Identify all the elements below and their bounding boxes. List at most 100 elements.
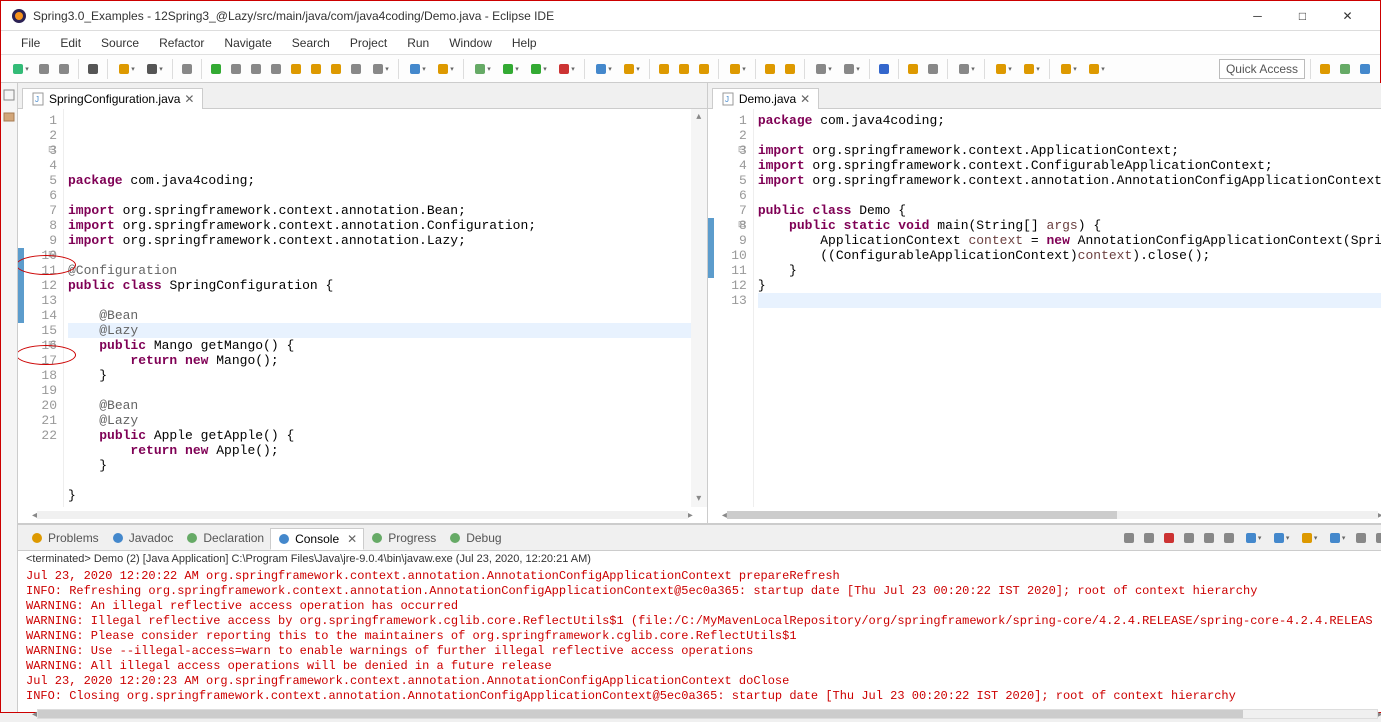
newpkg-icon[interactable]: ▾ — [432, 60, 458, 78]
line-number[interactable]: 22 — [18, 428, 57, 443]
ext-tools-icon[interactable]: ▾ — [553, 60, 579, 78]
code-line[interactable]: } — [758, 263, 1381, 278]
editor-right-body[interactable]: 123⊟45678⊟910111213 package com.java4cod… — [708, 109, 1381, 507]
package-explorer-icon[interactable] — [1, 109, 17, 125]
code-left[interactable]: package com.java4coding; import org.sprin… — [64, 109, 691, 507]
code-line[interactable]: import org.springframework.context.annot… — [758, 173, 1381, 188]
gutter-left[interactable]: 123⊟45678910⊟111213141516⊟171819202122 — [18, 109, 64, 507]
drop-icon[interactable] — [347, 60, 365, 78]
stop-icon[interactable] — [247, 60, 265, 78]
line-number[interactable]: 13 — [708, 293, 747, 308]
fwd2-icon[interactable]: ▾ — [1083, 60, 1109, 78]
show-ws-icon[interactable] — [924, 60, 942, 78]
code-line[interactable]: @Configuration — [68, 263, 691, 278]
vscroll-left[interactable]: ▴▾ — [691, 109, 707, 507]
newclass-icon[interactable]: ▾ — [404, 60, 430, 78]
debug-persp-icon[interactable] — [1336, 60, 1354, 78]
next-annot-icon[interactable]: ▾ — [838, 60, 864, 78]
open-console-icon[interactable]: ▾ — [1324, 529, 1350, 547]
close-icon[interactable]: ✕ — [800, 92, 810, 106]
newproj-icon[interactable]: ▾ — [590, 60, 616, 78]
line-number[interactable]: 7 — [708, 203, 747, 218]
toggle-icon[interactable] — [178, 60, 196, 78]
line-number[interactable]: 3⊟ — [18, 143, 57, 158]
search-icon[interactable]: ▾ — [141, 60, 167, 78]
line-number[interactable]: 15 — [18, 323, 57, 338]
menu-navigate[interactable]: Navigate — [214, 34, 281, 52]
tab-console[interactable]: Console✕ — [270, 528, 364, 550]
line-number[interactable]: 4 — [708, 158, 747, 173]
code-line[interactable]: @Bean — [68, 308, 691, 323]
back2-icon[interactable]: ▾ — [1055, 60, 1081, 78]
open-persp-icon[interactable] — [1316, 60, 1334, 78]
code-line[interactable]: public class SpringConfiguration { — [68, 278, 691, 293]
menu-help[interactable]: Help — [502, 34, 547, 52]
code-line[interactable]: package com.java4coding; — [68, 173, 691, 188]
gutter-right[interactable]: 123⊟45678⊟910111213 — [708, 109, 754, 507]
code-line[interactable] — [68, 188, 691, 203]
code-line[interactable]: import org.springframework.context.Appli… — [758, 143, 1381, 158]
quick-access[interactable]: Quick Access — [1219, 59, 1305, 79]
open-task-icon[interactable] — [655, 60, 673, 78]
code-line[interactable] — [758, 293, 1381, 308]
menu-run[interactable]: Run — [397, 34, 439, 52]
line-number[interactable]: 5 — [708, 173, 747, 188]
stepreturn-icon[interactable] — [327, 60, 345, 78]
console-body[interactable]: Jul 23, 2020 12:20:22 AM org.springframe… — [18, 567, 1381, 706]
code-line[interactable]: ((ConfigurableApplicationContext)context… — [758, 248, 1381, 263]
run-icon[interactable]: ▾ — [497, 60, 523, 78]
line-number[interactable]: 6 — [18, 188, 57, 203]
maximize-button[interactable]: □ — [1280, 2, 1325, 30]
search2-icon[interactable] — [761, 60, 779, 78]
fwd-icon[interactable]: ▾ — [1018, 60, 1044, 78]
stepinto-icon[interactable] — [287, 60, 305, 78]
wordwrap-icon[interactable] — [1220, 529, 1238, 547]
close-button[interactable]: ✕ — [1325, 2, 1370, 30]
code-line[interactable]: public Mango getMango() { — [68, 338, 691, 353]
tab-declaration[interactable]: Declaration — [179, 528, 270, 548]
line-number[interactable]: 18 — [18, 368, 57, 383]
code-line[interactable]: } — [68, 488, 691, 503]
line-number[interactable]: 5 — [18, 173, 57, 188]
min-icon[interactable] — [1352, 529, 1370, 547]
tab-progress[interactable]: Progress — [364, 528, 442, 548]
line-number[interactable]: 19 — [18, 383, 57, 398]
code-line[interactable] — [758, 188, 1381, 203]
line-number[interactable]: 3⊟ — [708, 143, 747, 158]
prev-annot-icon[interactable]: ▾ — [810, 60, 836, 78]
minimize-button[interactable]: ─ — [1235, 2, 1280, 30]
save-icon[interactable] — [35, 60, 53, 78]
stepfilters-icon[interactable]: ▾ — [367, 60, 393, 78]
open-pkg-icon[interactable]: ▾ — [724, 60, 750, 78]
menu-project[interactable]: Project — [340, 34, 397, 52]
tab-javadoc[interactable]: Javadoc — [105, 528, 180, 548]
build-icon[interactable] — [84, 60, 102, 78]
close-icon[interactable]: ✕ — [347, 532, 357, 546]
code-line[interactable]: @Lazy — [68, 323, 691, 338]
code-line[interactable]: import org.springframework.context.Confi… — [758, 158, 1381, 173]
code-line[interactable]: @Bean — [68, 398, 691, 413]
newsrv-icon[interactable]: ▾ — [618, 60, 644, 78]
line-number[interactable]: 16⊟ — [18, 338, 57, 353]
code-line[interactable]: } — [758, 278, 1381, 293]
disconnect-icon[interactable] — [267, 60, 285, 78]
line-number[interactable]: 1 — [18, 113, 57, 128]
code-line[interactable]: ApplicationContext context = new Annotat… — [758, 233, 1381, 248]
code-line[interactable] — [68, 293, 691, 308]
code-line[interactable]: import org.springframework.context.annot… — [68, 233, 691, 248]
show-console-icon[interactable]: ▾ — [1240, 529, 1266, 547]
tab-demo[interactable]: J Demo.java ✕ — [712, 88, 819, 109]
code-line[interactable]: return new Apple(); — [68, 443, 691, 458]
menu-refactor[interactable]: Refactor — [149, 34, 214, 52]
line-number[interactable]: 9 — [18, 233, 57, 248]
line-number[interactable]: 12 — [708, 278, 747, 293]
menu-search[interactable]: Search — [282, 34, 340, 52]
line-number[interactable]: 6 — [708, 188, 747, 203]
tab-spring-configuration[interactable]: J SpringConfiguration.java ✕ — [22, 88, 203, 109]
pin-icon[interactable]: ▾ — [953, 60, 979, 78]
display-console-icon[interactable]: ▾ — [1296, 529, 1322, 547]
code-line[interactable]: package com.java4coding; — [758, 113, 1381, 128]
restore-icon[interactable] — [1, 87, 17, 103]
code-line[interactable]: } — [68, 458, 691, 473]
code-line[interactable]: import org.springframework.context.annot… — [68, 218, 691, 233]
